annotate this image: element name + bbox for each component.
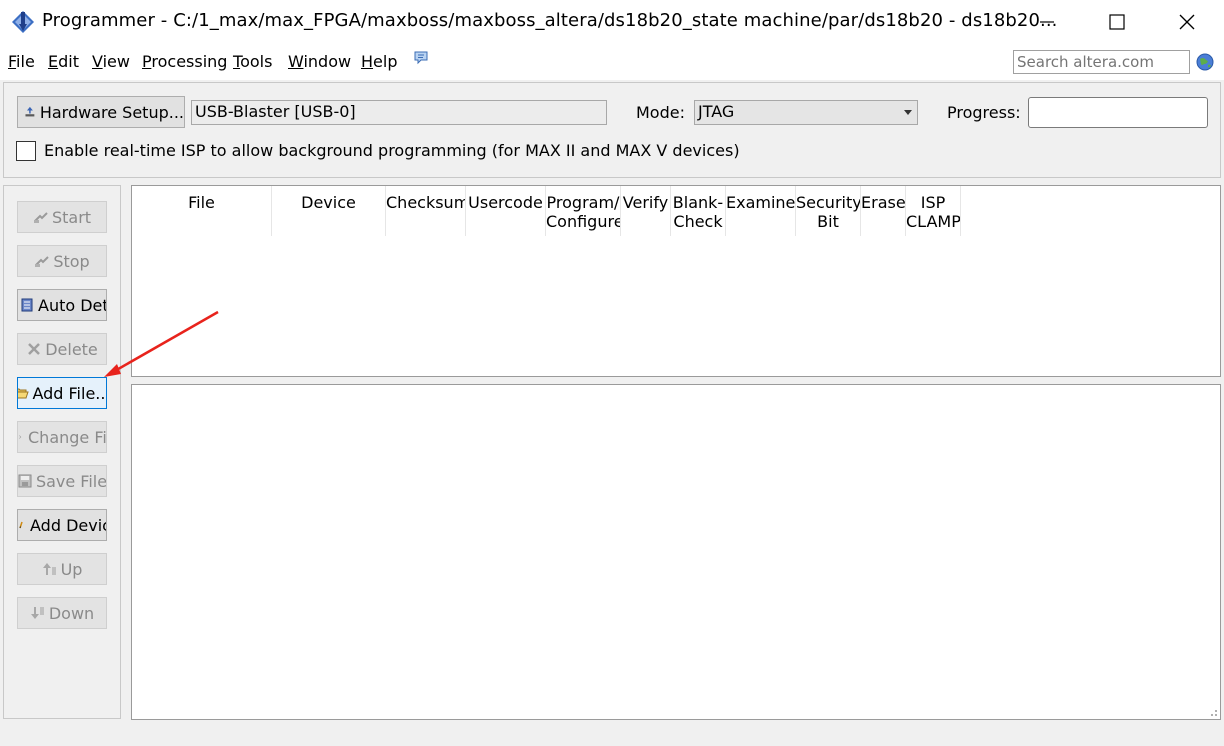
isp-label: Enable real-time ISP to allow background… — [44, 141, 740, 160]
resize-grip-icon[interactable] — [1206, 705, 1218, 717]
chevron-down-icon — [904, 110, 912, 115]
search-input[interactable] — [1013, 50, 1190, 74]
minimize-icon — [1040, 21, 1054, 23]
device-chain-panel — [131, 384, 1221, 720]
menu-file[interactable]: File — [8, 52, 35, 71]
column-header-file[interactable]: File — [132, 186, 272, 236]
column-header-checksum[interactable]: Checksum — [386, 186, 466, 236]
column-header-device[interactable]: Device — [272, 186, 386, 236]
start-icon — [33, 212, 48, 223]
menu-window[interactable]: Window — [288, 52, 351, 71]
column-header-verify[interactable]: Verify — [621, 186, 671, 236]
delete-icon — [28, 343, 41, 355]
column-header-examine[interactable]: Examine — [726, 186, 796, 236]
globe-icon[interactable] — [1195, 52, 1215, 72]
window-title: Programmer - C:/1_max/max_FPGA/maxboss/m… — [42, 10, 1058, 31]
menu-help[interactable]: Help — [361, 52, 397, 71]
up-button[interactable]: Up — [17, 553, 107, 585]
hardware-field: USB-Blaster [USB-0] — [191, 100, 607, 125]
hardware-setup-button[interactable]: Hardware Setup... — [17, 96, 185, 128]
column-header-security-bit[interactable]: Security Bit — [796, 186, 861, 236]
down-icon — [30, 607, 44, 619]
progress-label: Progress: — [947, 103, 1021, 122]
column-header-usercode[interactable]: Usercode — [466, 186, 546, 236]
column-header-isp-clamp[interactable]: ISP CLAMP — [906, 186, 961, 236]
mode-select[interactable]: JTAG — [694, 100, 918, 125]
stop-button[interactable]: Stop — [17, 245, 107, 277]
column-header-erase[interactable]: Erase — [861, 186, 906, 236]
help-bubble-icon[interactable] — [413, 50, 429, 66]
delete-button[interactable]: Delete — [17, 333, 107, 365]
close-icon — [1179, 14, 1195, 30]
start-button[interactable]: Start — [17, 201, 107, 233]
column-header-blank-check[interactable]: Blank- Check — [671, 186, 726, 236]
auto-detect-button[interactable]: Auto Detect — [17, 289, 107, 321]
device-table: File Device Checksum Usercode Program/ C… — [131, 185, 1221, 377]
save-icon — [18, 474, 32, 488]
column-header-program-configure[interactable]: Program/ Configure — [546, 186, 621, 236]
programmer-app-icon — [12, 11, 34, 33]
minimize-button[interactable] — [1012, 0, 1082, 44]
maximize-button[interactable] — [1082, 0, 1152, 44]
change-file-icon — [19, 435, 22, 439]
title-bar: Programmer - C:/1_max/max_FPGA/maxboss/m… — [0, 0, 1224, 44]
up-icon — [42, 563, 56, 575]
change-file-button[interactable]: Change File... — [17, 421, 107, 453]
menu-processing[interactable]: Processing — [142, 52, 227, 71]
progress-bar — [1028, 97, 1208, 128]
save-file-button[interactable]: Save File — [17, 465, 107, 497]
folder-open-icon — [18, 388, 30, 399]
auto-detect-icon — [21, 298, 33, 312]
hardware-icon — [25, 106, 35, 117]
close-button[interactable] — [1152, 0, 1222, 44]
add-device-button[interactable]: Add Device... — [17, 509, 107, 541]
add-device-icon — [19, 521, 23, 529]
menu-tools[interactable]: Tools — [233, 52, 272, 71]
stop-icon — [35, 256, 50, 267]
down-button[interactable]: Down — [17, 597, 107, 629]
menu-edit[interactable]: Edit — [48, 52, 79, 71]
add-file-button[interactable]: Add File... — [17, 377, 107, 409]
isp-checkbox[interactable] — [16, 141, 36, 161]
menu-view[interactable]: View — [92, 52, 130, 71]
mode-label: Mode: — [636, 103, 685, 122]
maximize-icon — [1109, 14, 1125, 30]
